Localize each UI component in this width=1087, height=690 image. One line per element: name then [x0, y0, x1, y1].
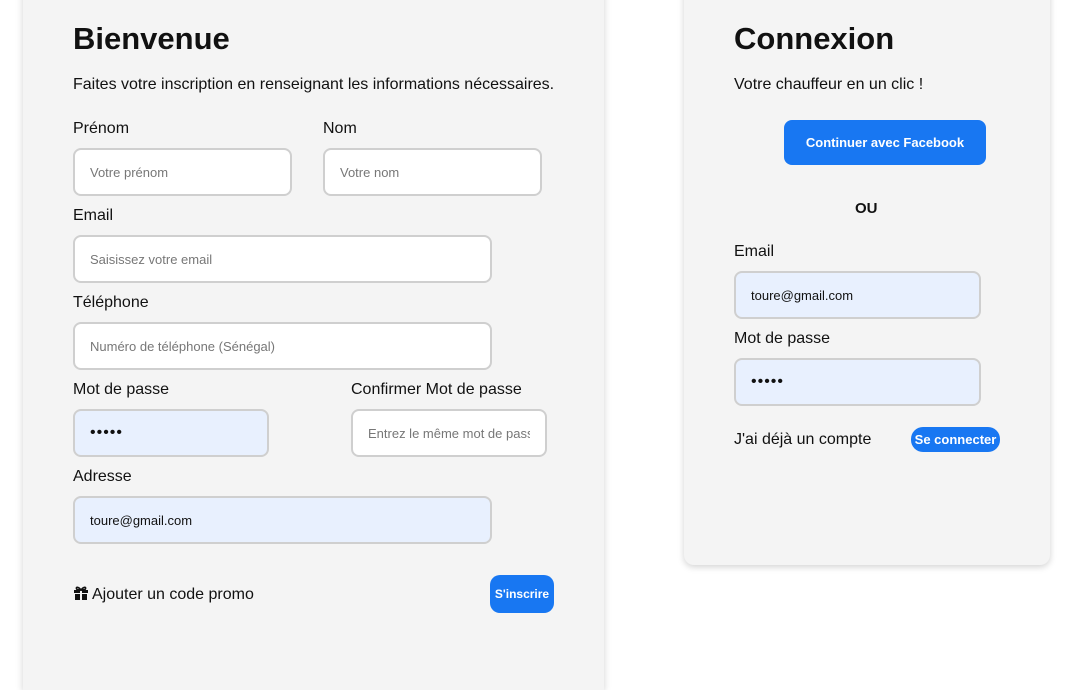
email-input[interactable]	[73, 235, 492, 283]
promo-code-link[interactable]: Ajouter un code promo	[73, 585, 254, 606]
promo-code-label: Ajouter un code promo	[92, 586, 254, 603]
login-subtitle: Votre chauffeur en un clic !	[734, 76, 924, 93]
existing-account-text: J'ai déjà un compte	[734, 431, 872, 448]
signup-button[interactable]: S'inscrire	[490, 575, 554, 613]
confirm-password-input[interactable]	[351, 409, 547, 457]
password-label: Mot de passe	[73, 381, 170, 398]
or-separator: OU	[855, 200, 878, 217]
firstname-input[interactable]	[73, 148, 292, 196]
lastname-input[interactable]	[323, 148, 542, 196]
lastname-label: Nom	[323, 120, 357, 137]
phone-input[interactable]	[73, 322, 492, 370]
firstname-label: Prénom	[73, 120, 130, 137]
login-email-input[interactable]	[734, 271, 981, 319]
login-title: Connexion	[734, 21, 895, 56]
address-input[interactable]	[73, 496, 492, 544]
login-email-label: Email	[734, 243, 775, 260]
facebook-login-button[interactable]: Continuer avec Facebook	[784, 120, 986, 165]
signup-title: Bienvenue	[73, 21, 230, 56]
login-card: Connexion Votre chauffeur en un clic ! C…	[684, 0, 1050, 565]
gift-icon	[73, 585, 89, 606]
signup-card: Bienvenue Faites votre inscription en re…	[23, 0, 604, 690]
login-password-label: Mot de passe	[734, 330, 831, 347]
email-label: Email	[73, 207, 114, 224]
address-label: Adresse	[73, 468, 132, 485]
signup-subtitle: Faites votre inscription en renseignant …	[73, 76, 555, 93]
signin-button[interactable]: Se connecter	[911, 427, 1000, 452]
login-password-input[interactable]	[734, 358, 981, 406]
phone-label: Téléphone	[73, 294, 149, 311]
confirm-password-label: Confirmer Mot de passe	[351, 381, 522, 398]
password-input[interactable]	[73, 409, 269, 457]
